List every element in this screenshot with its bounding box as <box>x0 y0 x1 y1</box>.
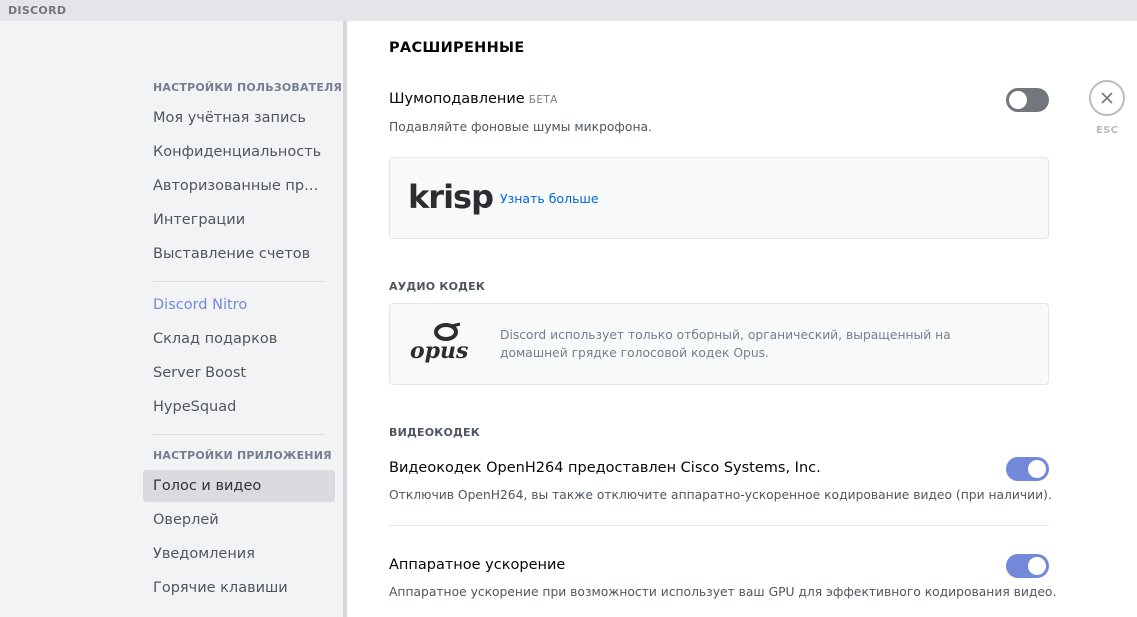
noise-suppression-title: Шумоподавление БЕТА <box>389 91 558 107</box>
sidebar-item-billing[interactable]: Выставление счетов <box>143 238 335 270</box>
section-divider <box>389 525 1049 526</box>
page-title: РАСШИРЕННЫЕ <box>389 40 525 56</box>
opus-logo: opus <box>408 322 482 366</box>
discord-logo: DISCORD <box>8 4 67 17</box>
app-settings-header: НАСТРОЙКИ ПРИЛОЖЕНИЯ <box>153 449 332 462</box>
sidebar-separator <box>153 434 325 435</box>
toggle-knob <box>1028 557 1046 575</box>
close-settings-button[interactable] <box>1089 80 1125 116</box>
sidebar-item-my-account[interactable]: Моя учётная запись <box>143 102 335 134</box>
sidebar-item-server-boost[interactable]: Server Boost <box>143 357 335 389</box>
sidebar-separator <box>153 281 325 282</box>
learn-more-link[interactable]: Узнать больше <box>500 191 599 206</box>
opus-card: opus Discord использует только отборный,… <box>389 303 1049 385</box>
hardware-acceleration-title: Аппаратное ускорение <box>389 557 566 573</box>
krisp-logo: krisp <box>408 178 494 216</box>
esc-label: ESC <box>1096 125 1119 136</box>
sidebar-item-overlay[interactable]: Оверлей <box>143 504 335 536</box>
sidebar-item-keybinds[interactable]: Горячие клавиши <box>143 572 335 604</box>
noise-suppression-label: Шумоподавление <box>389 91 525 107</box>
settings-sidebar: НАСТРОЙКИ ПОЛЬЗОВАТЕЛЯ Моя учётная запис… <box>0 21 343 617</box>
sidebar-item-authorized-apps[interactable]: Авторизованные приложения <box>143 170 335 202</box>
openh264-description: Отключив OpenH264, вы также отключите ап… <box>389 488 1052 502</box>
krisp-card: krisp Узнать больше <box>389 157 1049 239</box>
openh264-toggle[interactable] <box>1006 457 1049 481</box>
video-codec-header: ВИДЕОКОДЕК <box>389 426 480 439</box>
sidebar-item-privacy[interactable]: Конфиденциальность <box>143 136 335 168</box>
beta-badge: БЕТА <box>528 94 558 106</box>
sidebar-item-notifications[interactable]: Уведомления <box>143 538 335 570</box>
settings-content: РАСШИРЕННЫЕ Шумоподавление БЕТА Подавляйт… <box>347 21 1137 617</box>
close-icon <box>1101 92 1113 104</box>
openh264-title: Видеокодек OpenH264 предоставлен Cisco S… <box>389 460 821 476</box>
sidebar-item-gift-inventory[interactable]: Склад подарков <box>143 323 335 355</box>
noise-suppression-description: Подавляйте фоновые шумы микрофона. <box>389 120 652 134</box>
toggle-knob <box>1028 460 1046 478</box>
title-bar: DISCORD <box>0 0 1137 21</box>
sidebar-item-integrations[interactable]: Интеграции <box>143 204 335 236</box>
toggle-knob <box>1009 91 1027 109</box>
sidebar-item-hypesquad[interactable]: HypeSquad <box>143 391 335 423</box>
noise-suppression-toggle[interactable] <box>1006 88 1049 112</box>
sidebar-item-discord-nitro[interactable]: Discord Nitro <box>143 289 335 321</box>
opus-description: Discord использует только отборный, орга… <box>500 328 951 360</box>
sidebar-item-voice-video[interactable]: Голос и видео <box>143 470 335 502</box>
user-settings-header: НАСТРОЙКИ ПОЛЬЗОВАТЕЛЯ <box>153 81 343 94</box>
hardware-acceleration-description: Аппаратное ускорение при возможности исп… <box>389 585 1057 599</box>
hardware-acceleration-toggle[interactable] <box>1006 554 1049 578</box>
audio-codec-header: АУДИО КОДЕК <box>389 280 486 293</box>
opus-logo-text: opus <box>410 338 469 364</box>
